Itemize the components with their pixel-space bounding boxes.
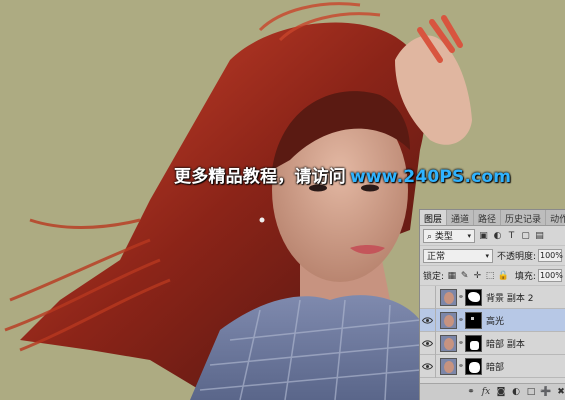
search-icon: ⌕ — [427, 232, 433, 242]
filter-row: ⌕ 类型 ▾ ▣ ◐ T ▢ ▤ — [420, 226, 565, 246]
tab-layers[interactable]: 图层 — [420, 210, 448, 225]
layer-thumbnail — [440, 334, 457, 352]
tab-history[interactable]: 历史记录 — [501, 210, 547, 225]
layer-row[interactable]: ⚭ 背景 副本 2 — [420, 285, 565, 309]
layer-thumbnail — [440, 288, 457, 306]
eye-icon[interactable] — [420, 308, 436, 332]
filter-shape-icon[interactable]: ▢ — [520, 230, 531, 241]
add-mask-icon[interactable]: ◙ — [496, 387, 506, 397]
layer-thumbnail — [440, 357, 457, 375]
lock-label: 锁定: — [423, 272, 445, 282]
opacity-label: 不透明度: — [496, 252, 536, 262]
layer-row-selected[interactable]: ⚭ 高光 — [420, 308, 565, 332]
layer-mask-thumbnail[interactable] — [465, 334, 482, 352]
blend-row: 正常 ▾ 不透明度: 100% — [420, 246, 565, 266]
filter-smart-icon[interactable]: ▤ — [534, 230, 545, 241]
chevron-down-icon: ▾ — [485, 251, 489, 260]
layer-row[interactable]: ⚭ 暗部 — [420, 354, 565, 378]
layers-panel: 图层 通道 路径 历史记录 动作 ⌕ 类型 ▾ ▣ ◐ T ▢ ▤ 正常 ▾ 不… — [419, 209, 565, 400]
filter-text-icon[interactable]: T — [506, 230, 517, 241]
layer-mask-thumbnail[interactable] — [465, 288, 482, 306]
earring — [259, 217, 265, 223]
lock-move-icon[interactable]: ✛ — [472, 270, 482, 281]
visibility-toggle[interactable] — [420, 285, 436, 309]
layer-name[interactable]: 暗部 — [486, 360, 504, 373]
watermark: 更多精品教程，请访问 www.240PS.com — [174, 162, 512, 187]
lock-artboard-icon[interactable]: ⬚ — [485, 270, 495, 281]
lock-row: 锁定: ▦ ✎ ✛ ⬚ 🔒 填充: 100% — [420, 266, 565, 286]
tab-channels[interactable]: 通道 — [447, 210, 475, 225]
lock-brush-icon[interactable]: ✎ — [460, 270, 470, 281]
layer-row[interactable]: ⚭ 暗部 副本 — [420, 331, 565, 355]
adjustment-layer-icon[interactable]: ◐ — [511, 387, 521, 397]
filter-pixel-icon[interactable]: ▣ — [478, 230, 489, 241]
fill-label: 填充: — [514, 272, 536, 282]
link-icon: ⚭ — [458, 362, 464, 370]
tab-actions[interactable]: 动作 — [546, 210, 565, 225]
layer-thumbnail — [440, 311, 457, 329]
panel-bottom-bar: ⚭ fx ◙ ◐ □ ➕ ✖ — [420, 383, 565, 400]
filter-type-select[interactable]: ⌕ 类型 ▾ — [423, 228, 475, 243]
trash-icon[interactable]: ✖ — [556, 387, 565, 397]
lock-transparent-icon[interactable]: ▦ — [447, 270, 457, 281]
layer-mask-thumbnail[interactable] — [465, 357, 482, 375]
layer-mask-thumbnail[interactable] — [465, 311, 482, 329]
new-layer-icon[interactable]: ➕ — [540, 387, 551, 397]
eye-icon[interactable] — [420, 354, 436, 378]
link-icon: ⚭ — [458, 316, 464, 324]
blend-mode-select[interactable]: 正常 ▾ — [423, 248, 493, 263]
blend-mode-value: 正常 — [427, 252, 446, 262]
panel-tabs: 图层 通道 路径 历史记录 动作 — [420, 210, 565, 226]
lock-all-icon[interactable]: 🔒 — [498, 270, 509, 281]
fill-input[interactable]: 100% — [537, 269, 563, 282]
link-icon: ⚭ — [458, 293, 464, 301]
filter-type-label: 类型 — [434, 232, 453, 242]
layer-name[interactable]: 暗部 副本 — [486, 337, 525, 350]
filter-adjust-icon[interactable]: ◐ — [492, 230, 503, 241]
layer-name[interactable]: 背景 副本 2 — [486, 291, 533, 304]
watermark-url: www.240PS.com — [350, 167, 512, 187]
folder-icon[interactable]: □ — [526, 387, 536, 397]
link-layers-icon[interactable]: ⚭ — [466, 387, 476, 397]
layer-name[interactable]: 高光 — [486, 314, 504, 327]
fx-icon[interactable]: fx — [481, 387, 491, 397]
link-icon: ⚭ — [458, 339, 464, 347]
watermark-text: 更多精品教程，请访问 — [174, 167, 346, 187]
eye-icon[interactable] — [420, 331, 436, 355]
chevron-down-icon: ▾ — [467, 231, 471, 240]
tab-paths[interactable]: 路径 — [474, 210, 502, 225]
opacity-input[interactable]: 100% — [538, 249, 563, 262]
